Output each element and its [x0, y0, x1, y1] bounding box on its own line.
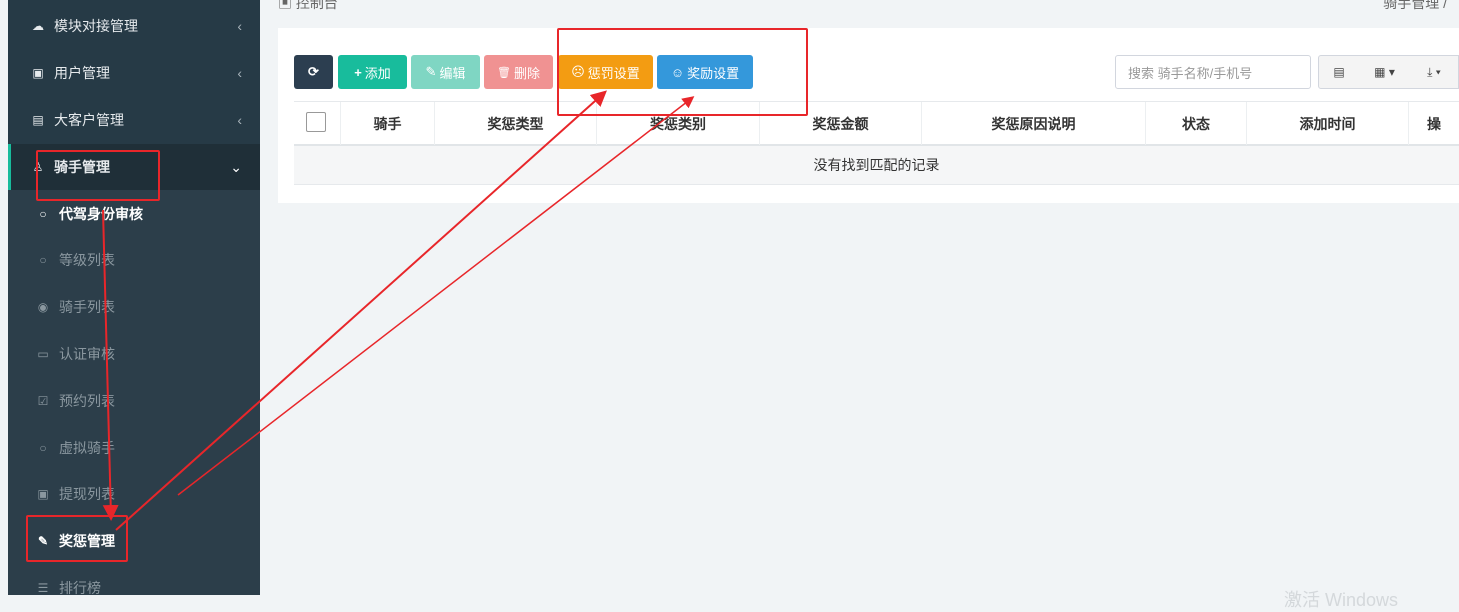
- watermark: 激活 Windows: [1284, 590, 1399, 610]
- annotation-arrows: [102, 90, 695, 531]
- arrow-to-penalty: [115, 90, 607, 531]
- arrow-down: [102, 209, 119, 521]
- arrow-to-reward: [177, 96, 695, 496]
